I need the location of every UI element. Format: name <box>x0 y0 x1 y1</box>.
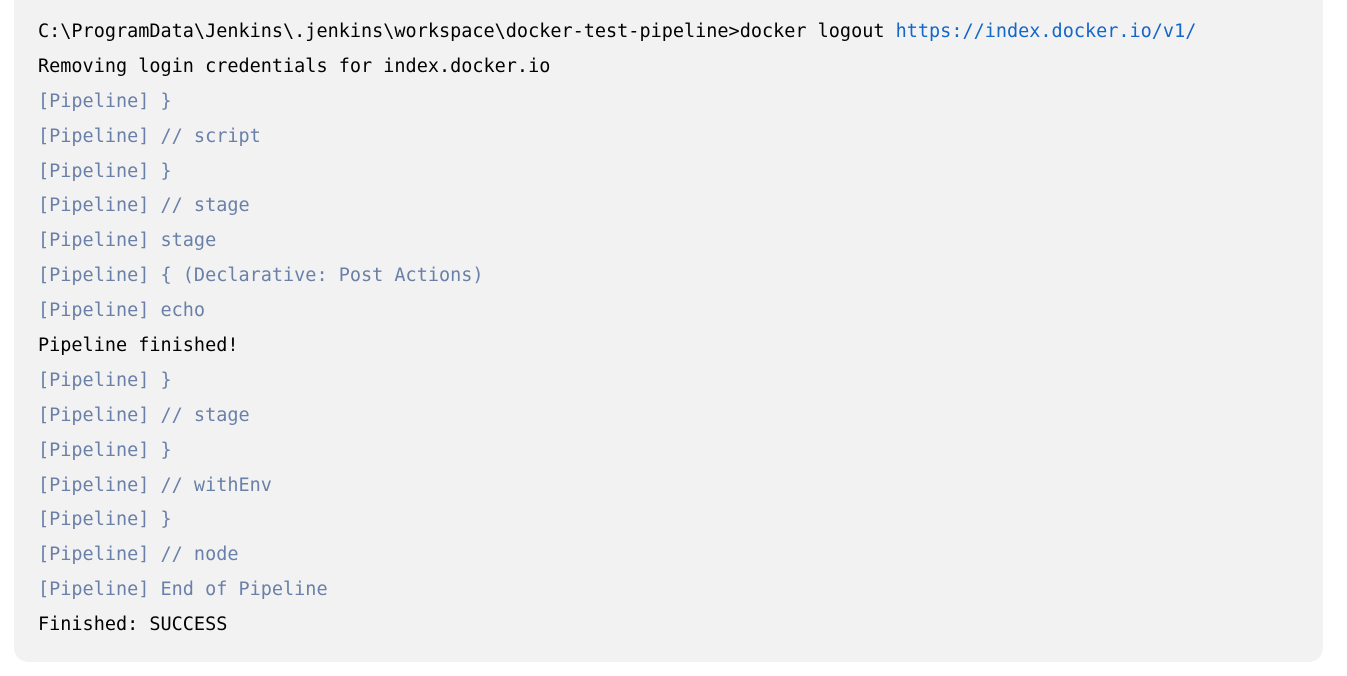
console-output: C:\ProgramData\Jenkins\.jenkins\workspac… <box>14 0 1323 662</box>
console-line: Pipeline finished! <box>38 335 239 357</box>
console-line-status: Finished: SUCCESS <box>38 614 228 636</box>
pipeline-line: [Pipeline] } <box>38 90 172 112</box>
pipeline-line: [Pipeline] // stage <box>38 195 250 217</box>
console-line: Removing login credentials for index.doc… <box>38 55 551 77</box>
pipeline-line: [Pipeline] // node <box>38 544 239 566</box>
pipeline-line: [Pipeline] { (Declarative: Post Actions) <box>38 265 484 287</box>
pipeline-line: [Pipeline] } <box>38 160 172 182</box>
pipeline-line: [Pipeline] } <box>38 439 172 461</box>
console-line-command: C:\ProgramData\Jenkins\.jenkins\workspac… <box>38 15 1323 50</box>
pipeline-line: [Pipeline] echo <box>38 300 206 322</box>
pipeline-line: [Pipeline] End of Pipeline <box>38 579 328 601</box>
pipeline-line: [Pipeline] } <box>38 509 172 531</box>
pipeline-line: [Pipeline] // stage <box>38 404 250 426</box>
pipeline-line: [Pipeline] } <box>38 369 172 391</box>
pipeline-line: [Pipeline] stage <box>38 230 217 252</box>
command-text: C:\ProgramData\Jenkins\.jenkins\workspac… <box>38 21 896 42</box>
pipeline-line: [Pipeline] // script <box>38 125 261 147</box>
pipeline-line: [Pipeline] // withEnv <box>38 474 272 496</box>
registry-link[interactable]: https://index.docker.io/v1/ <box>896 21 1197 42</box>
